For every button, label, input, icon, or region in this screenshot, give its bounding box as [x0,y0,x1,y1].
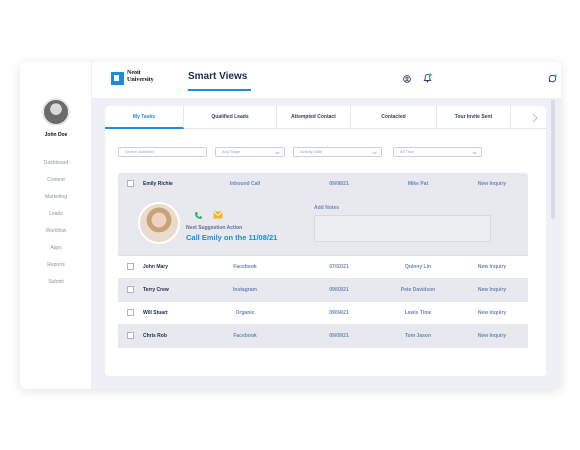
stage-select-value: Any Stage [222,149,241,154]
notification-bell-icon[interactable] [423,72,432,82]
table-row[interactable]: Terry Crew Instagram 09/03/21 Pete David… [118,279,528,302]
lead-detail-panel: Next Suggestion Action Call Emily on the… [118,196,528,256]
tab-bar: My Tasks Qualified Leads Attempted Conta… [105,106,546,129]
tab-qualified-leads[interactable]: Qualified Leads [184,106,277,129]
next-action-link[interactable]: Call Emily on the 11/08/21 [186,233,277,242]
next-action-label: Next Suggestion Action [186,225,243,231]
sidebar-item-content[interactable]: Content [20,177,92,194]
vertical-scrollbar[interactable] [551,100,555,219]
lead-name: Emily Richie [143,181,173,187]
row-checkbox[interactable] [127,332,134,339]
chevron-right-icon[interactable] [523,106,546,129]
chevron-down-icon [372,150,377,158]
logo: Neoit University [127,70,154,84]
lead-agent: Lewis Time [404,310,432,316]
notes-label: Add Notes [314,205,339,211]
lead-name: John Mary [143,264,169,270]
sidebar: John Doe Dashboard Content Marketing Lea… [20,62,92,389]
stage-select[interactable]: Any Stage [215,147,285,157]
chat-icon[interactable] [548,74,557,83]
lead-source: Facebook [233,333,257,339]
lead-source: Facebook [233,264,257,270]
mail-icon[interactable] [213,210,223,220]
lead-name: Will Stuart [143,310,168,316]
lead-name: Chris Rob [143,333,167,339]
lead-status: New Inquiry [477,264,507,270]
lead-date: 09/08/21 [329,181,349,187]
sidebar-item-submit[interactable]: Submit [20,279,92,296]
lead-agent: Pete Davidson [400,287,436,293]
time-range-select[interactable]: All Time [393,147,482,157]
activity-date-value: Activity Date [300,149,323,154]
lead-status: New Inquiry [477,287,507,293]
lead-status: New Inquiry [477,310,507,316]
lead-name: Terry Crew [143,287,169,293]
row-checkbox[interactable] [127,180,134,187]
lead-date: 09/03/21 [329,287,349,293]
logo-line-1: Neoit [127,70,141,76]
app-window: John Doe Dashboard Content Marketing Lea… [20,62,561,389]
sidebar-item-workflow[interactable]: Workflow [20,228,92,245]
lead-agent: Tom Jason [404,333,432,339]
tab-tour-invite-sent[interactable]: Tour Invite Sent [437,106,511,129]
profile-icon[interactable] [402,74,411,83]
lead-date: 07/02/21 [329,264,349,270]
lead-date: 09/04/21 [329,310,349,316]
phone-icon[interactable] [193,210,203,220]
sidebar-item-reports[interactable]: Reports [20,262,92,279]
lead-agent: Mike Pat [407,181,429,187]
lead-date: 09/09/21 [329,333,349,339]
chevron-down-icon [472,150,477,158]
user-name: John Doe [44,132,68,138]
notes-input[interactable] [314,215,491,242]
tab-contacted[interactable]: Contacted [351,106,437,129]
lead-agent: Quinny Lin [404,264,432,270]
search-input[interactable]: Search Activities [118,147,207,157]
sidebar-item-leads[interactable]: Leads [20,211,92,228]
leads-table: Emily Richie Inbound Call 09/08/21 Mike … [118,173,528,354]
row-checkbox[interactable] [127,309,134,316]
lead-source: Organic [235,310,255,316]
chevron-down-icon [275,150,280,158]
table-row[interactable]: Chris Rob Facebook 09/09/21 Tom Jason Ne… [118,325,528,348]
activity-date-select[interactable]: Activity Date [293,147,382,157]
lead-avatar [138,202,180,244]
logo-line-2: University [127,77,154,83]
row-checkbox[interactable] [127,286,134,293]
lead-source: Inbound Call [229,181,261,187]
avatar[interactable] [42,98,70,126]
main-area: My Tasks Qualified Leads Attempted Conta… [92,98,561,389]
tab-my-tasks[interactable]: My Tasks [105,106,184,129]
lead-status: New Inquiry [477,181,507,187]
table-row[interactable]: Will Stuart Organic 09/04/21 Lewis Time … [118,302,528,325]
sidebar-item-apps[interactable]: Apps [20,245,92,262]
title-underline [188,89,251,91]
time-range-value: All Time [400,149,415,154]
sidebar-nav: Dashboard Content Marketing Leads Workfl… [20,160,92,296]
sidebar-item-dashboard[interactable]: Dashboard [20,160,92,177]
table-row[interactable]: John Mary Facebook 07/02/21 Quinny Lin N… [118,256,528,279]
table-row[interactable]: Emily Richie Inbound Call 09/08/21 Mike … [118,173,528,196]
lead-source: Instagram [233,287,257,293]
sidebar-item-marketing[interactable]: Marketing [20,194,92,211]
page-title: Smart Views [188,71,248,82]
logo-icon [111,72,124,85]
smart-views-panel: My Tasks Qualified Leads Attempted Conta… [105,106,546,376]
lead-status: New Inquiry [477,333,507,339]
tab-attempted-contact[interactable]: Attempted Contact [277,106,351,129]
top-bar: Neoit University Smart Views [92,62,561,98]
row-checkbox[interactable] [127,263,134,270]
